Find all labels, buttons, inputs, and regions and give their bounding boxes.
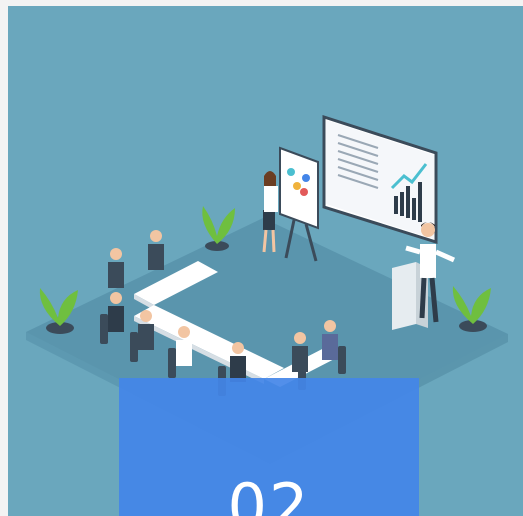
attendee: [108, 292, 124, 332]
attendee: [148, 230, 164, 270]
presentation-screen: [322, 114, 438, 245]
step-overlay: 02: [119, 378, 419, 516]
attendee: [230, 342, 246, 382]
attendee: [108, 248, 124, 288]
attendee: [176, 326, 192, 366]
attendee: [322, 320, 338, 360]
step-card: 02: [8, 6, 523, 516]
attendee: [138, 310, 154, 350]
step-number: 02: [227, 470, 311, 516]
